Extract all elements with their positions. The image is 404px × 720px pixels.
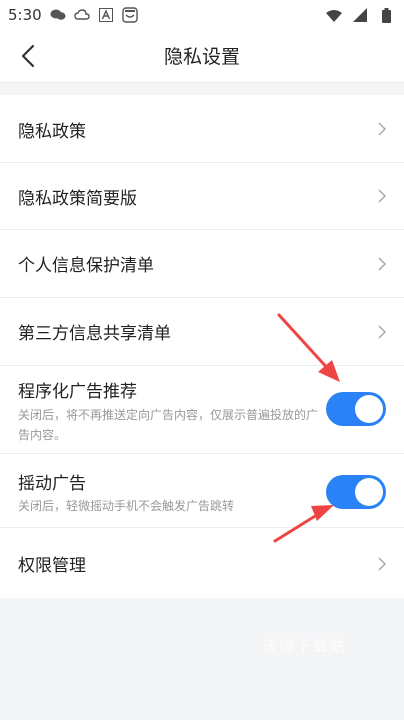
wifi-icon xyxy=(326,7,342,23)
toggle-knob xyxy=(355,478,383,506)
privacy-policy-brief-label: 隐私政策简要版 xyxy=(18,189,137,209)
permission-management-label: 权限管理 xyxy=(18,556,86,576)
signal-icon xyxy=(352,7,368,23)
settings-list: 隐私政策 隐私政策简要版 个人信息保护清单 第三方信息共享清单 程序化广告推荐 … xyxy=(0,95,404,598)
page-title: 隐私设置 xyxy=(163,46,240,68)
chat-icon xyxy=(50,7,66,23)
privacy-policy-item[interactable]: 隐私政策 xyxy=(0,95,404,163)
shake-ad-desc: 关闭后，轻微摇动手机不会触发广告跳转 xyxy=(18,499,235,513)
personal-info-list-label: 个人信息保护清单 xyxy=(18,256,154,276)
battery-icon xyxy=(378,7,394,23)
cloud-icon xyxy=(74,7,90,23)
privacy-policy-label: 隐私政策 xyxy=(18,122,86,142)
programmatic-ad-toggle[interactable] xyxy=(326,392,386,426)
programmatic-ad-desc: 关闭后，将不再推送定向广告内容，仅展示普遍投放的广告内容。 xyxy=(18,408,319,442)
chevron-right-icon xyxy=(378,189,387,203)
status-time: 5:30 xyxy=(8,6,42,24)
chevron-right-icon xyxy=(378,257,387,271)
app-face-icon xyxy=(122,7,138,23)
permission-management-item[interactable]: 权限管理 xyxy=(0,527,404,598)
toggle-knob xyxy=(355,395,383,423)
shake-ad-item: 摇动广告 关闭后，轻微摇动手机不会触发广告跳转 xyxy=(0,453,404,528)
watermark-text: 沃德下载站 xyxy=(262,637,348,655)
personal-info-list-item[interactable]: 个人信息保护清单 xyxy=(0,229,404,298)
programmatic-ad-label: 程序化广告推荐 xyxy=(18,382,137,402)
third-party-sharing-item[interactable]: 第三方信息共享清单 xyxy=(0,297,404,366)
third-party-sharing-label: 第三方信息共享清单 xyxy=(18,324,171,344)
privacy-policy-brief-item[interactable]: 隐私政策简要版 xyxy=(0,162,404,230)
status-notification-icons xyxy=(50,7,138,23)
header-bar: 隐私设置 xyxy=(0,30,404,83)
chevron-right-icon xyxy=(378,122,387,136)
shake-ad-label: 摇动广告 xyxy=(18,474,86,494)
chevron-right-icon xyxy=(378,325,387,339)
font-a-icon xyxy=(98,7,114,23)
chevron-right-icon xyxy=(378,557,387,571)
shake-ad-toggle[interactable] xyxy=(326,475,386,509)
status-bar: 5:30 xyxy=(0,0,404,30)
status-system-icons xyxy=(326,7,394,23)
programmatic-ad-item: 程序化广告推荐 关闭后，将不再推送定向广告内容，仅展示普遍投放的广告内容。 xyxy=(0,365,404,454)
